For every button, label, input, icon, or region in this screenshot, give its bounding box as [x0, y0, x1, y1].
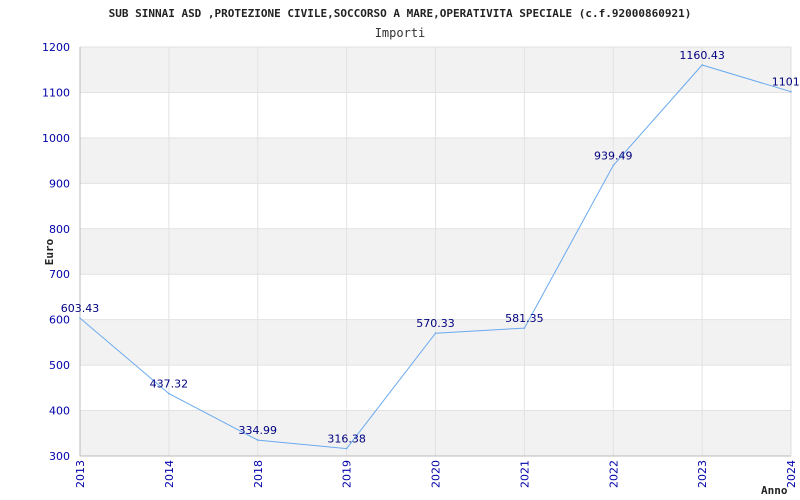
y-tick-label: 900	[49, 177, 70, 190]
x-tick-label: 2013	[74, 460, 87, 488]
y-tick-label: 1100	[42, 86, 70, 99]
x-tick-label: 2019	[341, 460, 354, 488]
y-tick-label: 600	[49, 314, 70, 327]
data-point	[612, 164, 615, 167]
x-tick-label: 2020	[430, 460, 443, 488]
chart-title: SUB SINNAI ASD ,PROTEZIONE CIVILE,SOCCOR…	[109, 7, 692, 20]
data-point	[256, 439, 259, 441]
data-point	[701, 64, 703, 66]
data-point	[523, 327, 526, 329]
y-axis-label: Euro	[43, 238, 56, 265]
data-label: 939.49	[594, 149, 633, 162]
data-label: 1160.43	[679, 49, 725, 62]
data-label: 581.35	[505, 312, 544, 325]
data-label: 316.38	[327, 433, 366, 446]
x-tick-label: 2023	[696, 460, 709, 488]
x-tick-labels: 2013 2014 2018 2019 2020 2021 2022 2023 2024	[74, 460, 798, 488]
data-label: 437.32	[150, 378, 189, 391]
data-point	[790, 90, 792, 93]
y-tick-label: 400	[49, 405, 70, 418]
y-tick-label: 1000	[42, 132, 70, 145]
data-label: 1101.6	[772, 76, 800, 89]
x-axis-label: Anno	[761, 484, 788, 497]
chart-subtitle: Importi	[375, 26, 426, 40]
y-tick-label: 500	[49, 359, 70, 372]
x-tick-label: 2018	[252, 460, 265, 488]
data-point	[168, 392, 170, 395]
x-tick-label: 2021	[518, 460, 531, 488]
y-tick-label: 1200	[42, 41, 70, 54]
x-tick-label: 2022	[607, 460, 620, 488]
y-tick-label: 300	[49, 450, 70, 463]
data-point	[79, 317, 81, 319]
y-tick-label: 700	[49, 268, 70, 281]
x-tick-label: 2014	[163, 460, 176, 488]
y-tick-label: 800	[49, 223, 70, 236]
data-label: 570.33	[416, 317, 455, 330]
data-label: 603.43	[61, 302, 100, 315]
line-chart: SUB SINNAI ASD ,PROTEZIONE CIVILE,SOCCOR…	[42, 7, 800, 497]
data-point	[345, 447, 348, 450]
data-point	[434, 332, 437, 334]
data-label: 334.99	[239, 424, 278, 437]
